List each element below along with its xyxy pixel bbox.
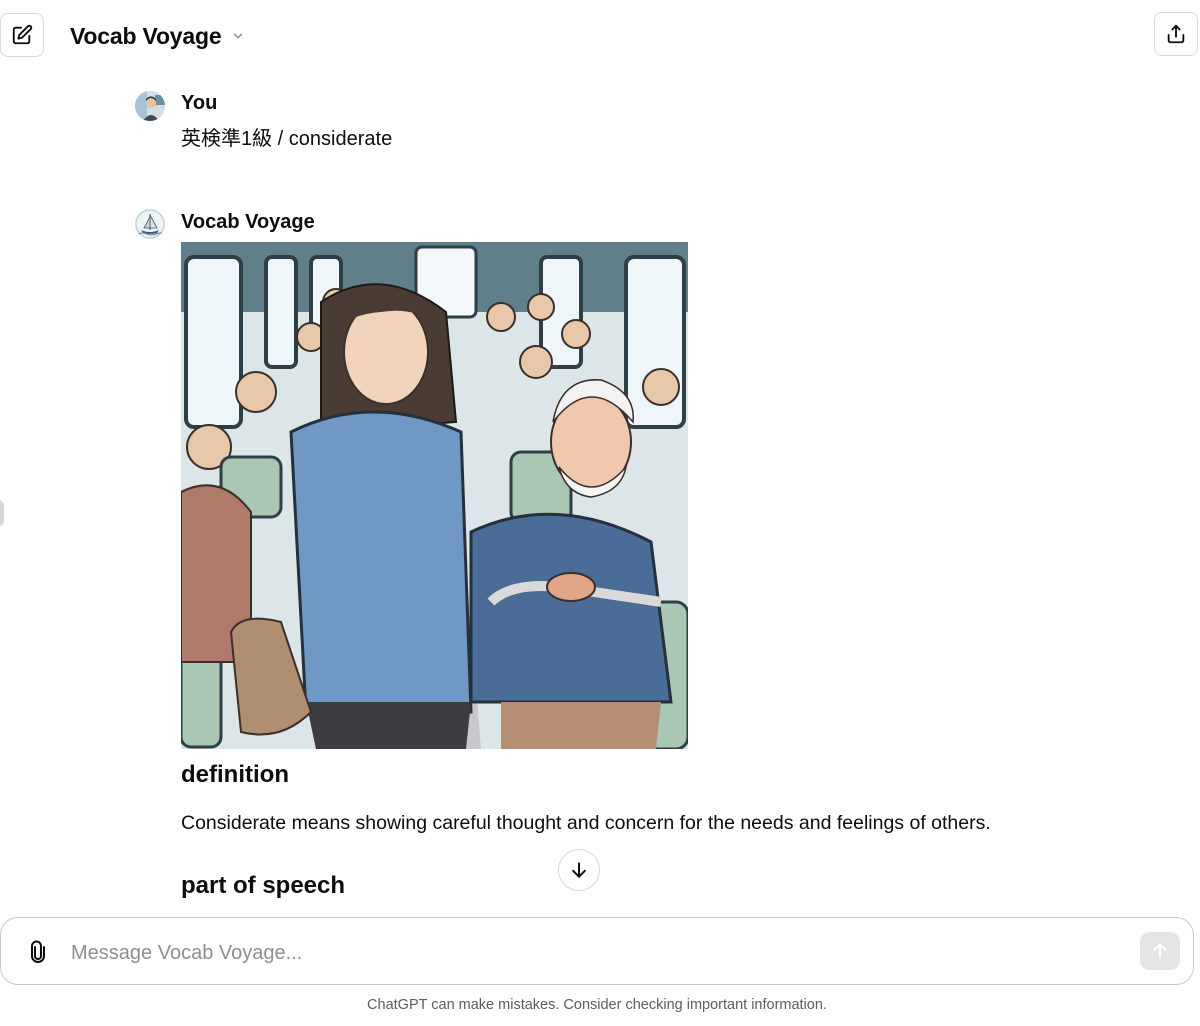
definition-text: Considerate means showing careful though… <box>181 812 991 834</box>
user-author-name: You <box>181 92 218 114</box>
arrow-up-icon <box>1153 943 1167 959</box>
chevron-down-icon <box>234 33 243 39</box>
share-button[interactable] <box>1154 12 1198 56</box>
new-chat-button[interactable] <box>0 13 44 57</box>
message-composer <box>0 917 1194 985</box>
chat-page: Vocab Voyage You 英検準1級 / considerate Voc… <box>0 0 1200 1026</box>
definition-heading: definition <box>181 761 289 788</box>
app-title: Vocab Voyage <box>70 22 222 49</box>
sidebar-toggle-handle[interactable] <box>0 500 4 526</box>
model-selector[interactable]: Vocab Voyage <box>70 20 245 52</box>
send-button[interactable] <box>1140 932 1180 970</box>
share-icon <box>1167 24 1185 44</box>
top-bar: Vocab Voyage <box>0 0 1200 72</box>
user-avatar <box>135 91 165 121</box>
attach-button[interactable] <box>23 936 53 968</box>
generated-illustration[interactable] <box>181 242 688 749</box>
disclaimer-text: ChatGPT can make mistakes. Consider chec… <box>367 997 827 1013</box>
assistant-avatar <box>135 209 165 239</box>
edit-icon <box>12 24 33 45</box>
scroll-to-bottom-button[interactable] <box>558 849 600 891</box>
paperclip-icon <box>31 940 45 963</box>
arrow-down-icon <box>572 862 586 878</box>
user-message-text: 英検準1級 / considerate <box>181 128 393 150</box>
assistant-author-name: Vocab Voyage <box>181 211 315 233</box>
part-of-speech-heading: part of speech <box>181 872 346 899</box>
message-input[interactable] <box>69 932 1123 974</box>
